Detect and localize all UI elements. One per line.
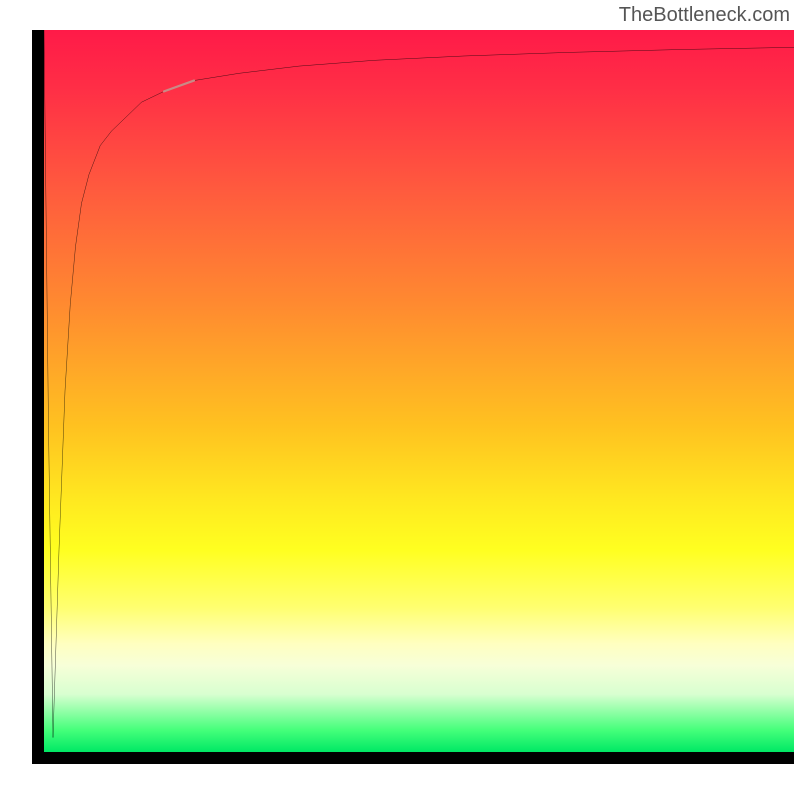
attribution-text: TheBottleneck.com xyxy=(619,4,790,27)
plot-frame xyxy=(32,30,794,764)
curve-highlight-segment xyxy=(164,81,194,92)
chart-curve xyxy=(44,30,794,752)
plot-area xyxy=(44,30,794,752)
